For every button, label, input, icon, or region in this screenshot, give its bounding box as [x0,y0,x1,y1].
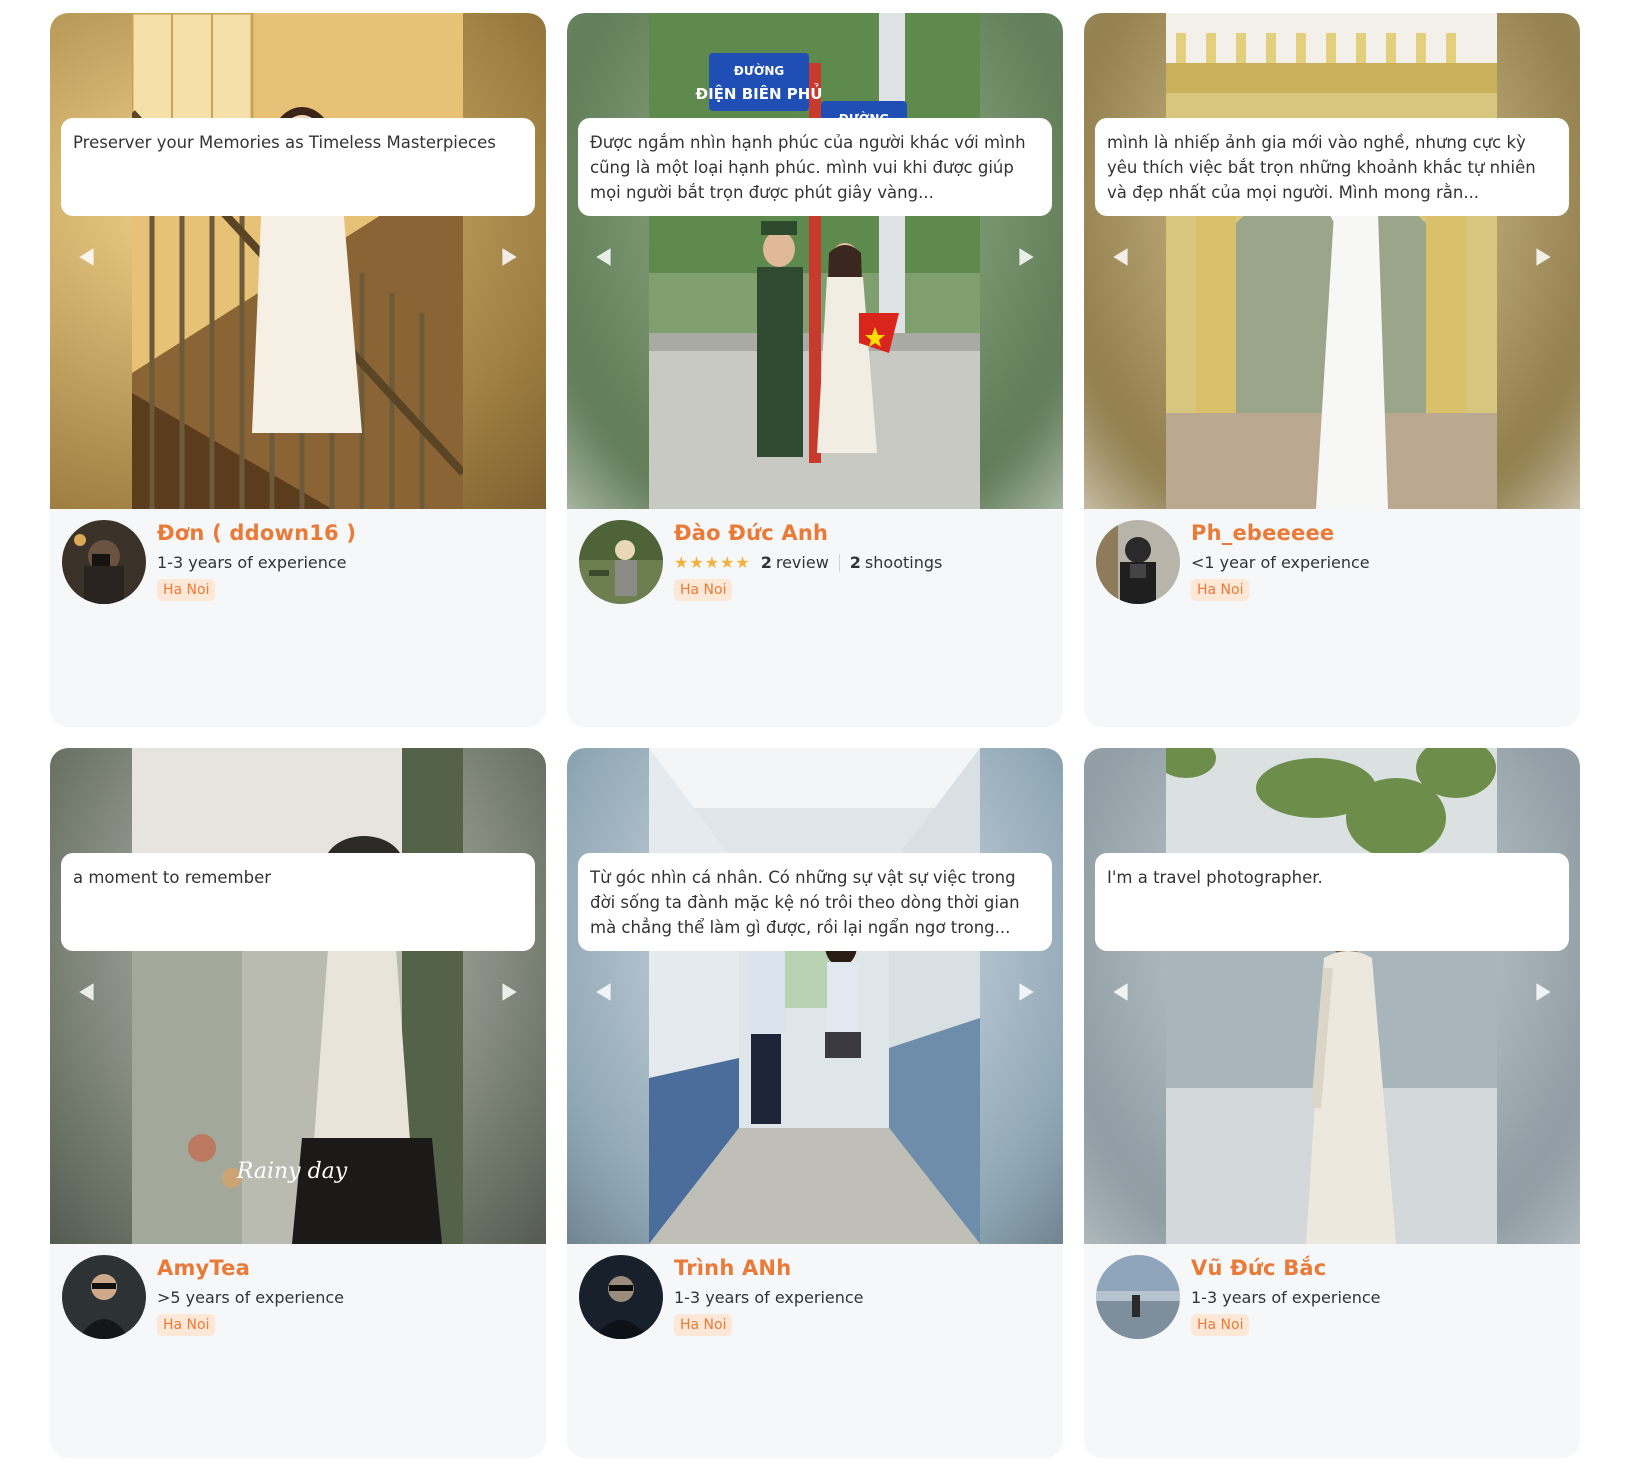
photographer-card[interactable]: Trình ANh 1-3 years of experience Ha Noi… [567,748,1063,1458]
carousel-next-button[interactable] [1013,978,1039,1006]
chevron-left-icon [1113,248,1128,266]
chevron-right-icon [1536,983,1551,1001]
carousel-prev-button[interactable] [591,978,617,1006]
avatar[interactable] [579,520,663,604]
avatar[interactable] [62,1255,146,1339]
photo-carousel[interactable] [1084,13,1580,509]
experience-text: 1-3 years of experience [674,1288,864,1307]
experience-text: >5 years of experience [157,1288,344,1307]
avatar[interactable] [579,1255,663,1339]
photographer-grid: Đơn ( ddown16 ) 1-3 years of experience … [50,13,1580,1458]
chevron-right-icon [1019,983,1034,1001]
portfolio-photo [1166,13,1497,509]
photographer-description: Được ngắm nhìn hạnh phúc của người khác … [578,118,1052,216]
chevron-right-icon [502,983,517,1001]
photographer-info: Trình ANh 1-3 years of experience Ha Noi [567,1244,1063,1349]
location-badge: Ha Noi [157,1314,216,1336]
chevron-left-icon [79,983,94,1001]
carousel-prev-button[interactable] [591,243,617,271]
location-badge: Ha Noi [157,579,216,601]
photographer-card[interactable]: Rainy day AmyTea >5 years of experience … [50,748,546,1458]
review-label: review [775,553,829,572]
review-count: 2 [760,553,772,572]
photo-carousel[interactable] [567,748,1063,1244]
portfolio-photo [1166,748,1497,1244]
location-badge: Ha Noi [1191,1314,1250,1336]
photo-carousel[interactable] [1084,748,1580,1244]
photographer-card[interactable]: Đơn ( ddown16 ) 1-3 years of experience … [50,13,546,727]
carousel-prev-button[interactable] [74,978,100,1006]
star-rating-icon: ★★★★★ [674,553,751,572]
carousel-next-button[interactable] [1530,978,1556,1006]
location-badge: Ha Noi [674,579,733,601]
photographer-description: mình là nhiếp ảnh gia mới vào nghề, nhưn… [1095,118,1569,216]
photographer-info: Đào Đức Anh ★★★★★ 2 review 2 shootings H… [567,509,1063,614]
carousel-prev-button[interactable] [74,243,100,271]
photographer-name[interactable]: Đơn ( ddown16 ) [157,521,356,545]
chevron-left-icon [1113,983,1128,1001]
photographer-description: Preserver your Memories as Timeless Mast… [61,118,535,216]
photographer-name[interactable]: Đào Đức Anh [674,521,828,545]
avatar[interactable] [1096,1255,1180,1339]
chevron-left-icon [596,248,611,266]
shooting-count: 2 [849,553,861,572]
chevron-left-icon [79,248,94,266]
photographer-description: a moment to remember [61,853,535,951]
photographer-description: Từ góc nhìn cá nhân. Có những sự vật sự … [578,853,1052,951]
photographer-card[interactable]: ĐƯỜNG ĐIỆN BIÊN PHỦ ĐƯỜNG ĐỘC LẬP [567,13,1063,727]
experience-text: <1 year of experience [1191,553,1370,572]
photographer-info: Vũ Đức Bắc 1-3 years of experience Ha No… [1084,1244,1580,1349]
portfolio-photo [649,748,980,1244]
experience-label: <1 year of experience [1191,553,1370,572]
avatar[interactable] [62,520,146,604]
chevron-left-icon [596,983,611,1001]
carousel-prev-button[interactable] [1108,243,1134,271]
photographer-info: Ph_ebeeeee <1 year of experience Ha Noi [1084,509,1580,614]
carousel-next-button[interactable] [496,243,522,271]
location-badge: Ha Noi [674,1314,733,1336]
photo-carousel[interactable] [50,13,546,509]
photographer-name[interactable]: Trình ANh [674,1256,791,1280]
chevron-right-icon [502,248,517,266]
experience-text: 1-3 years of experience [157,553,347,572]
carousel-next-button[interactable] [496,978,522,1006]
divider [838,553,840,572]
photo-carousel[interactable]: ĐƯỜNG ĐIỆN BIÊN PHỦ ĐƯỜNG ĐỘC LẬP [567,13,1063,509]
photographer-name[interactable]: Ph_ebeeeee [1191,521,1334,545]
chevron-right-icon [1019,248,1034,266]
photo-carousel[interactable]: Rainy day [50,748,546,1244]
photographer-card[interactable]: Ph_ebeeeee <1 year of experience Ha Noi … [1084,13,1580,727]
avatar[interactable] [1096,520,1180,604]
photographer-info: AmyTea >5 years of experience Ha Noi [50,1244,546,1349]
experience-label: 1-3 years of experience [674,1288,864,1307]
location-badge: Ha Noi [1191,579,1250,601]
svg-text:ĐƯỜNG: ĐƯỜNG [734,63,784,78]
svg-text:ĐIỆN BIÊN PHỦ: ĐIỆN BIÊN PHỦ [696,82,823,103]
portfolio-photo [132,13,463,509]
photo-watermark: Rainy day [236,1159,348,1184]
experience-label: 1-3 years of experience [1191,1288,1381,1307]
photographer-card[interactable]: Vũ Đức Bắc 1-3 years of experience Ha No… [1084,748,1580,1458]
photographer-description: I'm a travel photographer. [1095,853,1569,951]
portfolio-photo: Rainy day [132,748,463,1244]
photographer-name[interactable]: AmyTea [157,1256,250,1280]
shooting-label: shootings [864,553,943,572]
carousel-prev-button[interactable] [1108,978,1134,1006]
experience-label: >5 years of experience [157,1288,344,1307]
experience-text: 1-3 years of experience [1191,1288,1381,1307]
photographer-info: Đơn ( ddown16 ) 1-3 years of experience … [50,509,546,614]
rating-row: ★★★★★ 2 review 2 shootings [674,553,942,572]
photographer-name[interactable]: Vũ Đức Bắc [1191,1256,1326,1280]
carousel-next-button[interactable] [1530,243,1556,271]
experience-label: 1-3 years of experience [157,553,347,572]
portfolio-photo: ĐƯỜNG ĐIỆN BIÊN PHỦ ĐƯỜNG ĐỘC LẬP [649,13,980,509]
carousel-next-button[interactable] [1013,243,1039,271]
chevron-right-icon [1536,248,1551,266]
